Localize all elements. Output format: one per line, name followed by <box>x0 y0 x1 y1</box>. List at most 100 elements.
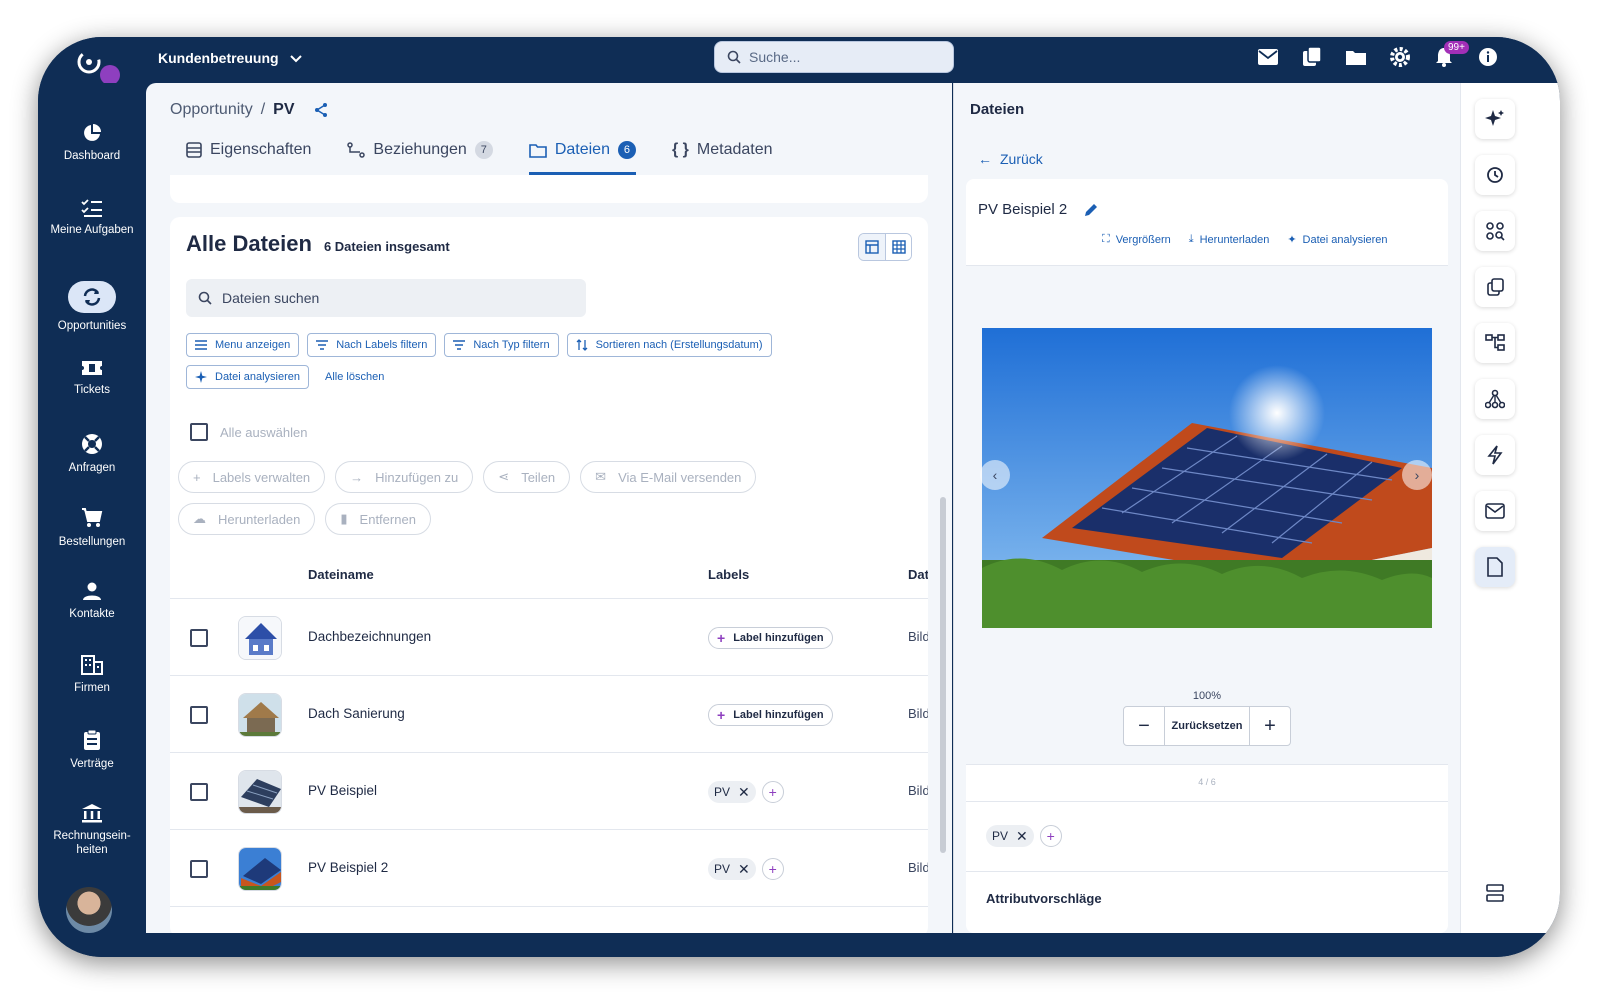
back-link[interactable]: ← Zurück <box>978 151 1043 167</box>
zoom-out-button[interactable]: − <box>1124 707 1164 745</box>
files-button[interactable] <box>1475 547 1515 587</box>
add-label-button[interactable]: + Label hinzufügen <box>708 704 833 726</box>
enlarge-button[interactable]: ⛶ Vergrößern <box>1102 233 1171 246</box>
add-label-icon[interactable]: + <box>761 781 784 803</box>
bell-icon[interactable]: 99+ <box>1432 41 1469 69</box>
folder-icon[interactable] <box>1344 45 1368 69</box>
table-row[interactable]: Dachbezeichnungen + Label hinzufügen Bild <box>170 600 928 676</box>
sort-button[interactable]: Sortieren nach (Erstellungsdatum) <box>566 333 772 357</box>
file-name[interactable]: PV Beispiel <box>308 783 377 798</box>
footer-bar <box>146 933 1560 957</box>
add-to-button[interactable]: → Hinzufügen zu <box>335 461 474 493</box>
label-chip[interactable]: PV ✕ <box>986 825 1034 847</box>
widgets-button[interactable] <box>1475 211 1515 251</box>
sidebar-item-kontakte[interactable]: Kontakte <box>38 581 146 621</box>
next-image-button[interactable]: › <box>1402 460 1432 490</box>
file-thumbnail[interactable] <box>238 616 282 660</box>
sidebar-item-vertraege[interactable]: Verträge <box>38 729 146 771</box>
preview-image[interactable] <box>982 328 1432 628</box>
tab-eigenschaften[interactable]: Eigenschaften <box>186 141 311 175</box>
ai-sparkle-button[interactable] <box>1475 99 1515 139</box>
select-all[interactable]: Alle auswählen <box>190 423 307 441</box>
sidebar-item-opportunities[interactable]: Opportunities <box>38 281 146 333</box>
column-header-labels[interactable]: Labels <box>708 567 749 582</box>
sidebar-item-meine-aufgaben[interactable]: Meine Aufgaben <box>38 199 146 237</box>
row-checkbox[interactable] <box>190 783 208 801</box>
info-icon[interactable] <box>1476 45 1500 69</box>
share-icon[interactable] <box>313 102 329 118</box>
column-header-filename[interactable]: Dateiname <box>308 567 374 582</box>
grid-view-icon[interactable] <box>885 234 911 260</box>
table-row[interactable]: PV Beispiel 2 PV ✕ + Bild <box>170 831 928 907</box>
label-chip[interactable]: PV ✕ <box>708 781 756 803</box>
remove-button[interactable]: ▮ Entfernen <box>325 503 431 535</box>
file-thumbnail[interactable] <box>238 770 282 814</box>
sidebar-item-dashboard[interactable]: Dashboard <box>38 123 146 163</box>
network-button[interactable] <box>1475 379 1515 419</box>
hierarchy-button[interactable] <box>1475 323 1515 363</box>
add-label-button[interactable]: + Label hinzufügen <box>708 627 833 649</box>
chip-label: Menu anzeigen <box>215 339 291 351</box>
scrollbar[interactable] <box>940 497 946 853</box>
workspace-switcher[interactable]: Kundenbetreuung <box>158 50 303 66</box>
close-icon[interactable]: ✕ <box>1016 828 1028 845</box>
copy-button[interactable] <box>1475 267 1515 307</box>
prev-image-button[interactable]: ‹ <box>980 460 1010 490</box>
download-button[interactable]: ⤓ Herunterladen <box>1189 233 1270 246</box>
workspace-name: Kundenbetreuung <box>158 50 279 66</box>
manage-labels-button[interactable]: + Labels verwalten <box>178 461 326 493</box>
add-label-icon[interactable]: + <box>1039 825 1062 847</box>
filter-icon <box>453 340 466 350</box>
file-thumbnail[interactable] <box>238 847 282 891</box>
sidebar-item-firmen[interactable]: Firmen <box>38 655 146 695</box>
sidebar-item-rechnungseinheiten[interactable]: Rechnungsein-heiten <box>38 803 146 857</box>
copy-icon[interactable] <box>1300 45 1324 69</box>
file-name[interactable]: PV Beispiel 2 <box>308 860 388 875</box>
close-icon[interactable]: ✕ <box>738 784 750 801</box>
table-view-icon[interactable] <box>859 234 885 260</box>
mail-icon[interactable] <box>1256 45 1280 69</box>
tab-beziehungen[interactable]: Beziehungen 7 <box>347 141 493 175</box>
sidebar-item-label: Tickets <box>74 384 110 396</box>
analyze-file-button[interactable]: Datei analysieren <box>186 365 309 389</box>
zoom-in-button[interactable]: + <box>1250 707 1290 745</box>
label-chip[interactable]: PV ✕ <box>708 858 756 880</box>
menu-toggle-button[interactable]: Menu anzeigen <box>186 333 300 357</box>
tab-dateien[interactable]: Dateien 6 <box>528 141 636 175</box>
edit-pencil-icon[interactable] <box>1083 202 1099 218</box>
row-checkbox[interactable] <box>190 706 208 724</box>
layout-button[interactable] <box>1475 873 1515 913</box>
zoom-reset-button[interactable]: Zurücksetzen <box>1164 707 1250 745</box>
automation-button[interactable] <box>1475 435 1515 475</box>
breadcrumb-parent[interactable]: Opportunity <box>170 101 253 119</box>
column-header-type[interactable]: Dat <box>908 567 928 582</box>
avatar[interactable] <box>66 887 112 933</box>
download-button[interactable]: ☁ Herunterladen <box>178 503 316 535</box>
sidebar-item-anfragen[interactable]: Anfragen <box>38 433 146 475</box>
file-search-input[interactable]: Dateien suchen <box>186 279 586 317</box>
analyze-file-button[interactable]: ✦ Datei analysieren <box>1287 233 1387 247</box>
history-button[interactable] <box>1475 155 1515 195</box>
row-checkbox[interactable] <box>190 860 208 878</box>
building-icon <box>81 655 103 675</box>
clear-all-link[interactable]: Alle löschen <box>317 365 384 389</box>
share-button[interactable]: ⋖ Teilen <box>483 461 571 493</box>
file-thumbnail[interactable] <box>238 693 282 737</box>
filter-type-button[interactable]: Nach Typ filtern <box>444 333 559 357</box>
file-name[interactable]: Dach Sanierung <box>308 706 405 721</box>
mail-button[interactable] <box>1475 491 1515 531</box>
send-email-button[interactable]: ✉ Via E-Mail versenden <box>580 461 757 493</box>
add-label-icon[interactable]: + <box>761 858 784 880</box>
table-row[interactable]: Dach Sanierung + Label hinzufügen Bild <box>170 677 928 753</box>
sidebar-item-bestellungen[interactable]: Bestellungen <box>38 507 146 549</box>
row-checkbox[interactable] <box>190 629 208 647</box>
global-search-input[interactable]: Suche... <box>714 41 954 73</box>
tab-metadaten[interactable]: { } Metadaten <box>672 141 773 175</box>
table-row[interactable]: PV Beispiel PV ✕ + Bild <box>170 754 928 830</box>
select-all-checkbox[interactable] <box>190 423 208 441</box>
filter-labels-button[interactable]: Nach Labels filtern <box>307 333 437 357</box>
file-name[interactable]: Dachbezeichnungen <box>308 629 431 644</box>
gear-icon[interactable] <box>1388 45 1412 69</box>
sidebar-item-tickets[interactable]: Tickets <box>38 359 146 397</box>
close-icon[interactable]: ✕ <box>738 861 750 878</box>
